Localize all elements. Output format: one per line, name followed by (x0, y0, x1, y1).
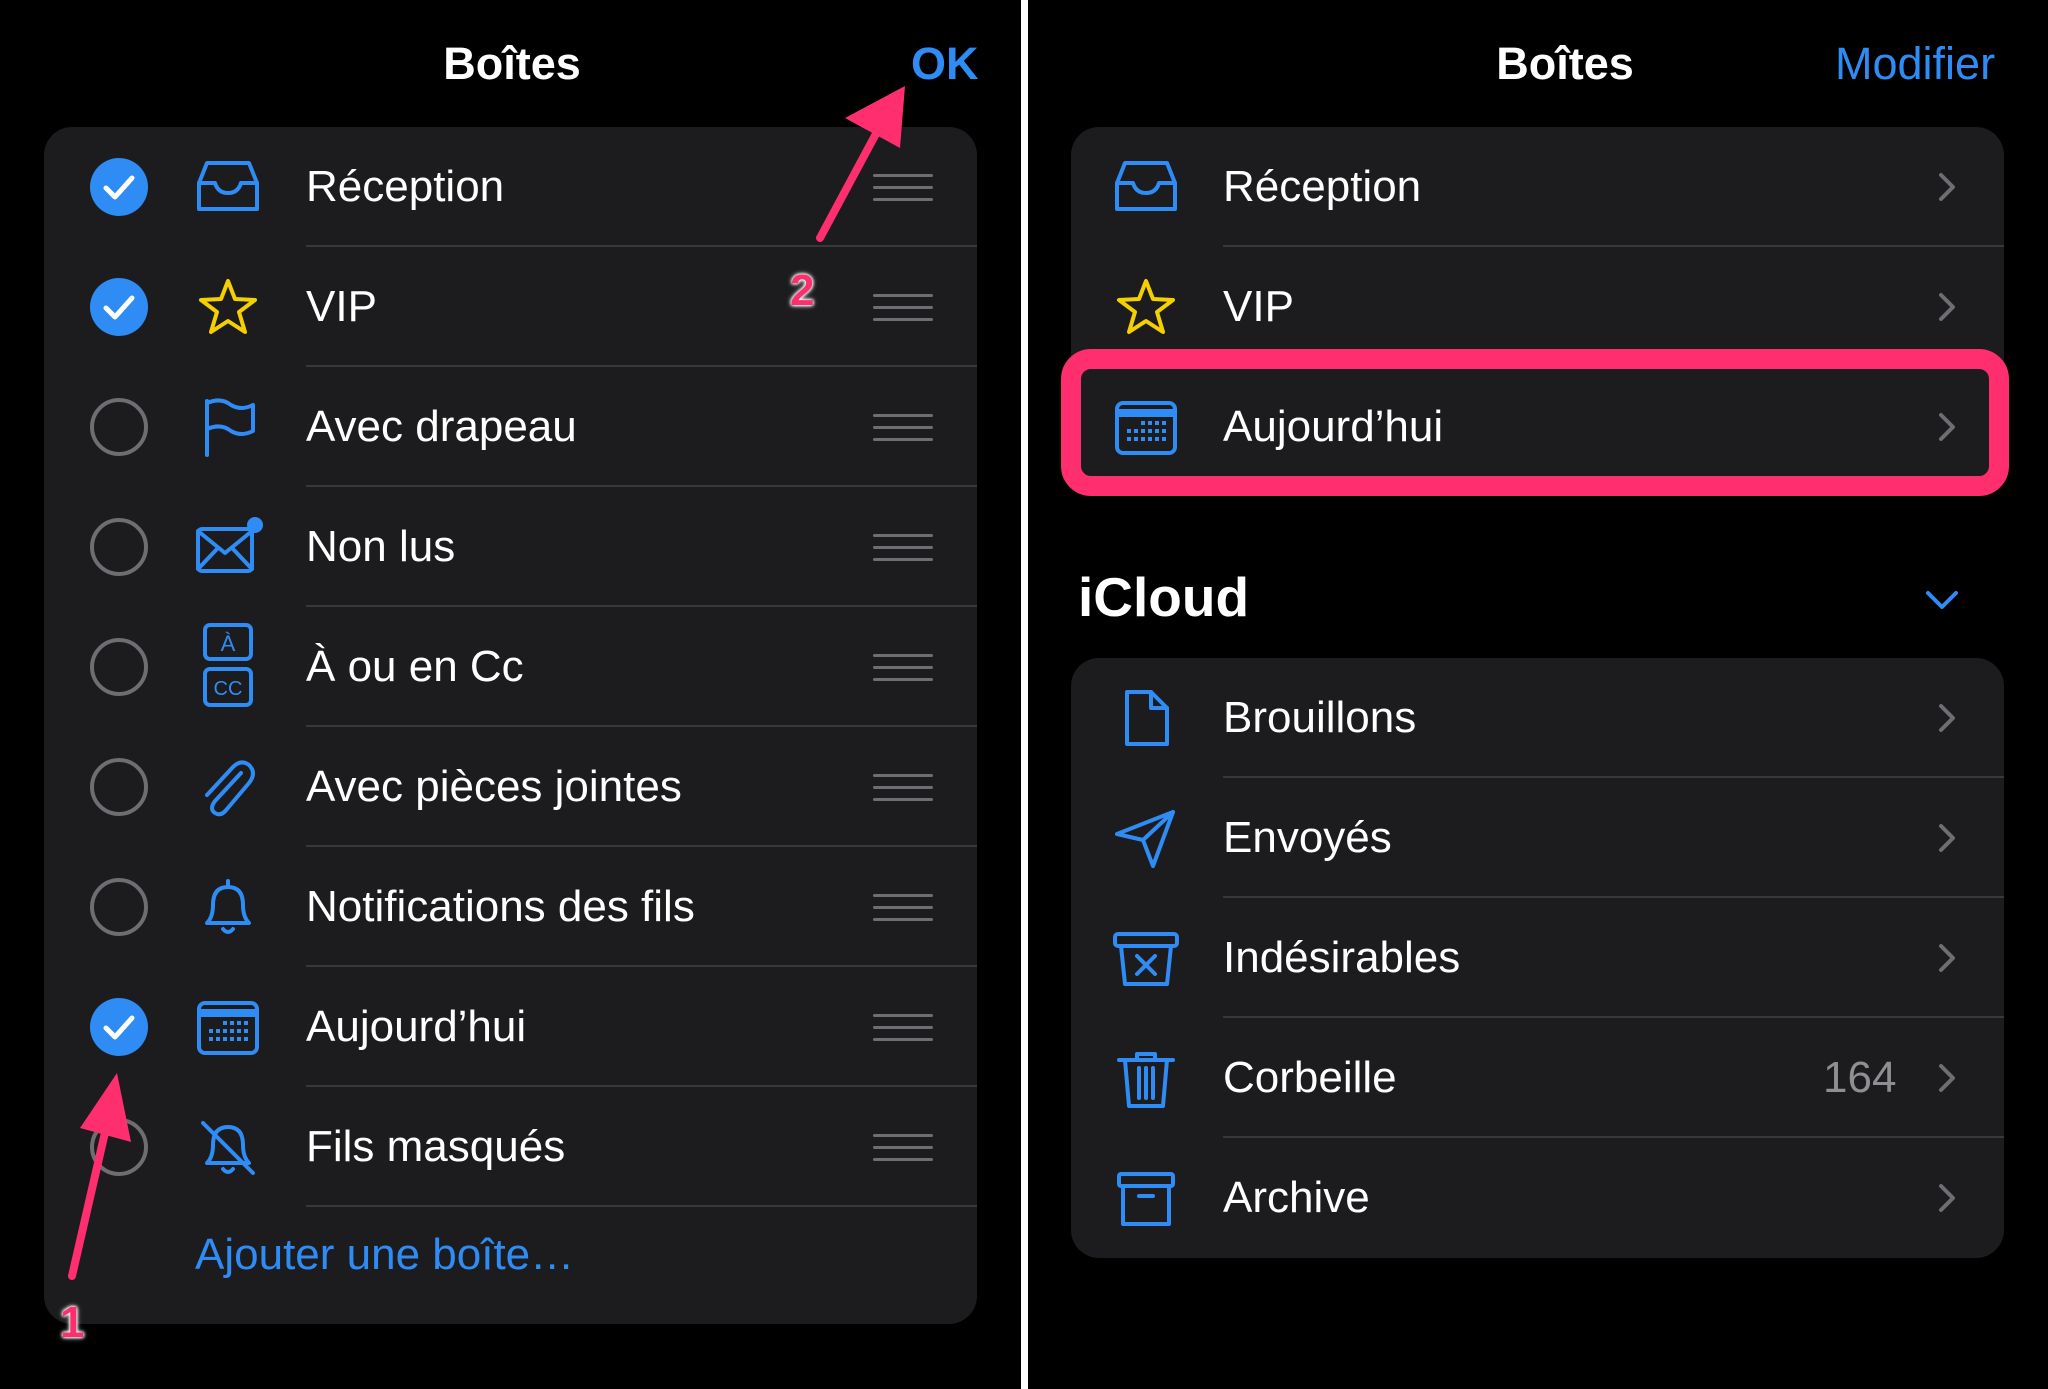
calendar-icon (193, 997, 263, 1057)
mailbox-edit-row[interactable]: Avec pièces jointes (44, 727, 977, 847)
mailbox-label: Avec drapeau (306, 402, 577, 451)
mailbox-label: À ou en Cc (306, 642, 524, 691)
left-title: Boîtes (443, 38, 581, 89)
junk-icon (1111, 928, 1181, 988)
trash-icon (1111, 1048, 1181, 1108)
mailbox-label: Archive (1223, 1173, 1370, 1222)
mailbox-label: Aujourd’hui (306, 1002, 527, 1051)
unchecked-circle-icon[interactable] (89, 397, 149, 457)
checked-circle-icon[interactable] (89, 157, 149, 217)
chevron-right-icon (1937, 171, 1957, 203)
mailbox-edit-row[interactable]: Réception (44, 127, 977, 247)
to-cc-icon: À CC (193, 623, 263, 707)
mailbox-label: Fils masqués (306, 1122, 566, 1171)
annotation-number-1: 1 (60, 1298, 85, 1347)
document-icon (1111, 688, 1181, 748)
edit-mailboxes-pane: Boîtes OK Ajouter une boîte… Réception VI… (0, 0, 1021, 1389)
mailbox-edit-row[interactable]: Notifications des fils (44, 847, 977, 967)
checked-circle-icon[interactable] (89, 997, 149, 1057)
mailbox-label: Avec pièces jointes (306, 762, 682, 811)
mailbox-label: Non lus (306, 522, 456, 571)
chevron-right-icon (1937, 702, 1957, 734)
row-separator (306, 1205, 977, 1207)
drag-handle-icon[interactable] (873, 1014, 933, 1042)
mailbox-label: Réception (306, 162, 505, 211)
inbox-icon (1111, 157, 1181, 217)
icloud-mailboxes-list: Brouillons Envoyés Indésirables Corbeille 16… (1071, 658, 2004, 1258)
unread-envelope-icon (193, 517, 263, 577)
annotation-number-2: 2 (790, 266, 815, 315)
add-mailbox-link[interactable]: Ajouter une boîte… (195, 1230, 574, 1280)
drag-handle-icon[interactable] (873, 414, 933, 442)
ok-button[interactable]: OK (911, 38, 979, 90)
mailbox-edit-row[interactable]: VIP (44, 247, 977, 367)
drag-handle-icon[interactable] (873, 654, 933, 682)
drag-handle-icon[interactable] (873, 1134, 933, 1162)
flag-icon (193, 397, 263, 457)
mailbox-edit-list: Ajouter une boîte… Réception VIP Avec drap… (44, 127, 977, 1324)
drag-handle-icon[interactable] (873, 894, 933, 922)
mailbox-label: Indésirables (1223, 933, 1461, 982)
unchecked-circle-icon[interactable] (89, 757, 149, 817)
chevron-right-icon (1937, 1062, 1957, 1094)
drag-handle-icon[interactable] (873, 294, 933, 322)
unchecked-circle-icon[interactable] (89, 1117, 149, 1177)
chevron-right-icon (1937, 291, 1957, 323)
mailbox-row[interactable]: Archive (1071, 1138, 2004, 1258)
chevron-down-icon[interactable] (1924, 588, 1960, 612)
mailbox-row[interactable]: Indésirables (1071, 898, 2004, 1018)
unchecked-circle-icon[interactable] (89, 637, 149, 697)
mailbox-label: Notifications des fils (306, 882, 695, 931)
paperplane-icon (1111, 808, 1181, 868)
highlight-rectangle (1061, 349, 2009, 496)
pane-divider (1021, 0, 1028, 1389)
bell-slash-icon (193, 1117, 263, 1177)
unchecked-circle-icon[interactable] (89, 877, 149, 937)
drag-handle-icon[interactable] (873, 174, 933, 202)
mailbox-label: Brouillons (1223, 693, 1417, 742)
star-icon (1111, 277, 1181, 337)
mailbox-label: Corbeille (1223, 1053, 1397, 1102)
drag-handle-icon[interactable] (873, 774, 933, 802)
inbox-icon (193, 157, 263, 217)
chevron-right-icon (1937, 1182, 1957, 1214)
mailbox-row[interactable]: Envoyés (1071, 778, 2004, 898)
account-section-title: iCloud (1078, 566, 1250, 628)
unchecked-circle-icon[interactable] (89, 517, 149, 577)
checked-circle-icon[interactable] (89, 277, 149, 337)
svg-text:CC: CC (214, 678, 243, 700)
mailbox-edit-row[interactable]: Aujourd’hui (44, 967, 977, 1087)
mailbox-edit-row[interactable]: Non lus (44, 487, 977, 607)
mailbox-row[interactable]: Corbeille 164 (1071, 1018, 2004, 1138)
mailbox-label: Réception (1223, 162, 1422, 211)
star-icon (193, 277, 263, 337)
drag-handle-icon[interactable] (873, 534, 933, 562)
mailbox-edit-row[interactable]: Fils masqués (44, 1087, 977, 1207)
mailbox-edit-row[interactable]: À CC À ou en Cc (44, 607, 977, 727)
mailbox-row[interactable]: Réception (1071, 127, 2004, 247)
paperclip-icon (193, 757, 263, 817)
mailbox-label: VIP (306, 282, 377, 331)
unread-count-badge: 164 (1823, 1053, 1897, 1102)
mailbox-row[interactable]: Brouillons (1071, 658, 2004, 778)
mailbox-edit-row[interactable]: Avec drapeau (44, 367, 977, 487)
mailbox-label: Envoyés (1223, 813, 1392, 862)
edit-button[interactable]: Modifier (1835, 38, 1995, 90)
bell-icon (193, 877, 263, 937)
right-title: Boîtes (1496, 38, 1634, 89)
chevron-right-icon (1937, 942, 1957, 974)
svg-text:À: À (221, 631, 236, 656)
chevron-right-icon (1937, 822, 1957, 854)
archive-icon (1111, 1168, 1181, 1228)
